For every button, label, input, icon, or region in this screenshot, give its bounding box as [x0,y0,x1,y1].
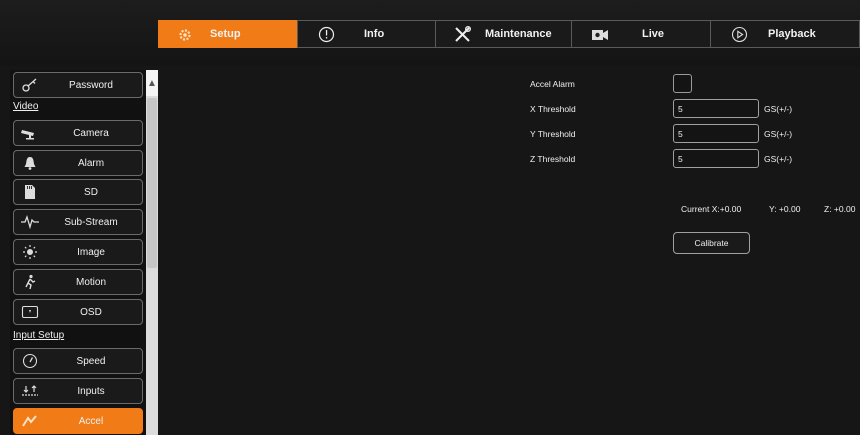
tab-playback-label: Playback [768,28,816,40]
tab-info-label: Info [364,28,385,40]
sd-card-icon [20,183,40,201]
z-threshold-input[interactable] [673,149,759,168]
sidebar-item-speed[interactable]: Speed [13,348,143,374]
sidebar-item-label: Sub-Stream [64,216,118,228]
camera-icon [20,124,40,142]
z-threshold-unit: GS(+/-) [764,154,793,164]
osd-icon [20,303,40,321]
x-threshold-label: X Threshold [530,104,576,114]
bell-icon [20,154,40,172]
scroll-up-arrow-icon[interactable]: ▲ [146,70,158,96]
current-z-readout: Z: +0.00 [824,204,856,214]
tab-live[interactable]: Live [571,20,710,48]
tab-maintenance[interactable]: Maintenance [435,20,571,48]
scrollbar-thumb[interactable] [147,98,157,268]
sidebar-item-sub-stream[interactable]: Sub-Stream [13,209,143,235]
sidebar-item-label: OSD [80,306,102,318]
sidebar-item-image[interactable]: Image [13,239,143,265]
tab-setup[interactable]: Setup [158,20,297,48]
accel-alarm-label: Accel Alarm [530,79,575,89]
sidebar-item-label: Inputs [77,385,105,397]
play-circle-icon [731,26,748,43]
sidebar-item-label: Password [69,79,113,91]
key-icon [20,76,40,94]
info-circle-icon [318,26,335,43]
x-threshold-unit: GS(+/-) [764,104,793,114]
gear-icon [177,27,193,43]
sidebar-item-sd[interactable]: SD [13,179,143,205]
y-threshold-input[interactable] [673,124,759,143]
waveform-icon [20,213,40,231]
section-video: Video [13,101,39,112]
sidebar-item-inputs[interactable]: Inputs [13,378,143,404]
main-tabs: Setup Info Maintenance Live Playback [158,20,860,48]
accel-alarm-checkbox[interactable] [673,74,692,93]
sidebar-item-label: Motion [75,276,106,288]
tab-playback[interactable]: Playback [710,20,860,48]
sidebar-item-password[interactable]: Password [13,72,143,98]
top-navigation-bar: Setup Info Maintenance Live Playback [0,0,860,66]
speedometer-icon [20,352,40,370]
sidebar-item-label: SD [84,186,98,198]
video-camera-icon [591,28,609,42]
section-input-setup: Input Setup [13,330,65,341]
sidebar-item-label: Speed [76,355,106,367]
y-threshold-unit: GS(+/-) [764,129,793,139]
tools-icon [453,25,472,44]
tab-setup-label: Setup [210,28,241,40]
sidebar-item-label: Alarm [77,157,105,169]
sidebar-item-label: Camera [73,127,109,139]
running-person-icon [20,273,40,291]
y-threshold-label: Y Threshold [530,129,576,139]
sidebar-item-accel[interactable]: Accel [13,408,143,434]
z-threshold-label: Z Threshold [530,154,576,164]
sidebar-item-motion[interactable]: Motion [13,269,143,295]
sidebar-item-osd[interactable]: OSD [13,299,143,325]
x-threshold-input[interactable] [673,99,759,118]
tab-info[interactable]: Info [297,20,435,48]
calibrate-button[interactable]: Calibrate [673,232,750,254]
accel-icon [20,412,40,430]
current-x-readout: Current X:+0.00 [681,204,742,214]
sidebar-item-label: Image [77,246,105,258]
sidebar-scrollbar[interactable]: ▲ [146,70,158,435]
tab-live-label: Live [642,28,665,40]
brightness-icon [20,243,40,261]
sidebar-item-alarm[interactable]: Alarm [13,150,143,176]
sidebar-item-label: Accel [78,415,104,427]
current-y-readout: Y: +0.00 [769,204,801,214]
sidebar-item-camera[interactable]: Camera [13,120,143,146]
inputs-icon [20,382,40,400]
tab-maintenance-label: Maintenance [485,28,552,40]
calibrate-button-label: Calibrate [694,238,729,248]
